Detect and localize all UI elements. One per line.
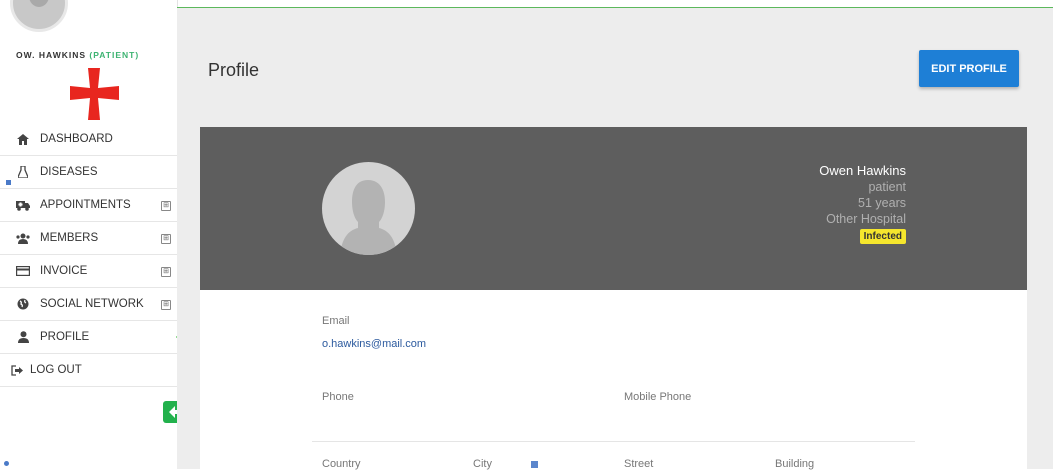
sidebar-item-members[interactable]: MEMBERS ⊞ [0, 222, 177, 255]
sidebar-item-dashboard[interactable]: DASHBOARD [0, 123, 177, 156]
sidebar-item-label: MEMBERS [40, 232, 99, 244]
avatar-silhouette [29, 0, 49, 7]
profile-card: Owen Hawkins patient 51 years Other Hosp… [200, 127, 1027, 470]
ambulance-icon [16, 198, 30, 212]
globe-icon [16, 297, 30, 311]
user-role-label: (PATIENT) [89, 50, 140, 60]
city-label: City [473, 458, 492, 470]
sidebar-item-label: PROFILE [40, 331, 90, 343]
sidebar-item-social-network[interactable]: SOCIAL NETWORK ⊞ [0, 288, 177, 321]
country-label: Country [322, 458, 361, 470]
main-content: Profile EDIT PROFILE Owen Hawkins patien… [177, 7, 1053, 470]
building-label: Building [775, 458, 815, 470]
marker-icon [531, 461, 538, 468]
home-icon [16, 132, 30, 146]
profile-avatar[interactable] [322, 162, 415, 255]
sidebar-item-profile[interactable]: PROFILE [0, 321, 181, 354]
marker-icon [4, 461, 9, 466]
user-icon [16, 330, 30, 344]
sidebar-item-invoice[interactable]: INVOICE ⊞ [0, 255, 177, 288]
sidebar-item-diseases[interactable]: DISEASES [0, 156, 177, 189]
flask-icon [16, 165, 30, 179]
profile-info: Owen Hawkins patient 51 years Other Hosp… [819, 163, 906, 244]
sidebar-item-label: SOCIAL NETWORK [40, 298, 144, 310]
sidebar-item-label: DASHBOARD [40, 133, 113, 145]
profile-age: 51 years [858, 196, 906, 210]
hospital-logo-icon [70, 68, 119, 120]
page-title: Profile [208, 60, 260, 80]
email-label: Email [322, 315, 350, 327]
credit-card-icon [16, 264, 30, 278]
expand-icon[interactable]: ⊞ [161, 267, 171, 277]
sign-out-icon [10, 363, 24, 377]
user-name: OW. HAWKINS (PATIENT) [16, 50, 139, 60]
mobile-phone-label: Mobile Phone [624, 391, 692, 403]
sidebar-menu: DASHBOARD DISEASES APPOINTMENTS ⊞ MEMBER… [0, 123, 186, 387]
profile-name: Owen Hawkins [819, 163, 906, 178]
phone-label: Phone [322, 391, 354, 403]
sidebar-item-appointments[interactable]: APPOINTMENTS ⊞ [0, 189, 177, 222]
expand-icon[interactable]: ⊞ [161, 201, 171, 211]
edit-profile-button[interactable]: EDIT PROFILE [919, 50, 1019, 87]
avatar[interactable] [10, 0, 68, 32]
profile-hospital: Other Hospital [826, 212, 906, 226]
logout-button[interactable]: LOG OUT [0, 354, 177, 387]
expand-icon[interactable]: ⊞ [161, 234, 171, 244]
person-silhouette-icon [340, 180, 397, 255]
divider [312, 441, 915, 442]
sidebar-item-label: APPOINTMENTS [40, 199, 131, 211]
profile-header: Owen Hawkins patient 51 years Other Hosp… [200, 127, 1027, 290]
expand-icon[interactable]: ⊞ [161, 300, 171, 310]
status-badge: Infected [859, 229, 906, 244]
street-label: Street [624, 458, 654, 470]
user-name-label: OW. HAWKINS [16, 50, 87, 60]
profile-role: patient [868, 180, 906, 194]
sidebar-item-label: INVOICE [40, 265, 88, 277]
sidebar: OW. HAWKINS (PATIENT) DASHBOARD DISEASES… [0, 0, 187, 468]
sidebar-item-label: DISEASES [40, 166, 98, 178]
marker-icon [6, 180, 11, 185]
email-value[interactable]: o.hawkins@mail.com [322, 338, 426, 350]
users-icon [16, 231, 30, 245]
logout-label: LOG OUT [30, 364, 82, 376]
